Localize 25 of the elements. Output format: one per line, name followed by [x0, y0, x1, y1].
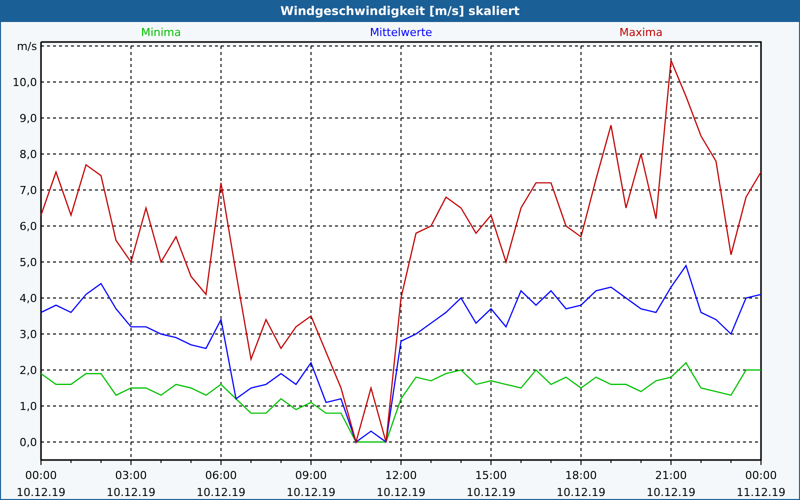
x-tick-label: 03:00 10.12.19 — [106, 469, 156, 499]
legend-label: Maxima — [619, 26, 663, 39]
x-tick-label: 00:00 11.12.19 — [736, 469, 786, 499]
y-tick-label: 10,0 — [12, 76, 37, 89]
y-tick-label: 5,0 — [20, 256, 37, 269]
x-tick-label: 06:00 10.12.19 — [196, 469, 246, 499]
y-tick-label: 2,0 — [20, 364, 37, 377]
y-tick-label: 9,0 — [20, 112, 37, 125]
x-tick-label: 15:00 10.12.19 — [466, 469, 516, 499]
x-tick-label: 00:00 10.12.19 — [16, 469, 66, 499]
x-tick-label: 09:00 10.12.19 — [286, 469, 336, 499]
y-tick-label: 6,0 — [20, 220, 37, 233]
legend-label: Mittelwerte — [370, 26, 432, 39]
y-tick-label: 8,0 — [20, 148, 37, 161]
y-tick-label: 0,0 — [20, 436, 37, 449]
y-tick-label: 1,0 — [20, 400, 37, 413]
legend-label: Minima — [140, 26, 182, 39]
window-title: Windgeschwindigkeit [m/s] skaliert — [1, 0, 799, 22]
y-tick-label: 7,0 — [20, 184, 37, 197]
x-tick-label: 18:00 10.12.19 — [556, 469, 606, 499]
y-axis-label: m/s — [16, 40, 37, 53]
y-tick-label: 4,0 — [20, 292, 37, 305]
x-tick-label: 21:00 10.12.19 — [646, 469, 696, 499]
x-tick-label: 12:00 10.12.19 — [376, 469, 426, 499]
y-tick-label: 3,0 — [20, 328, 37, 341]
